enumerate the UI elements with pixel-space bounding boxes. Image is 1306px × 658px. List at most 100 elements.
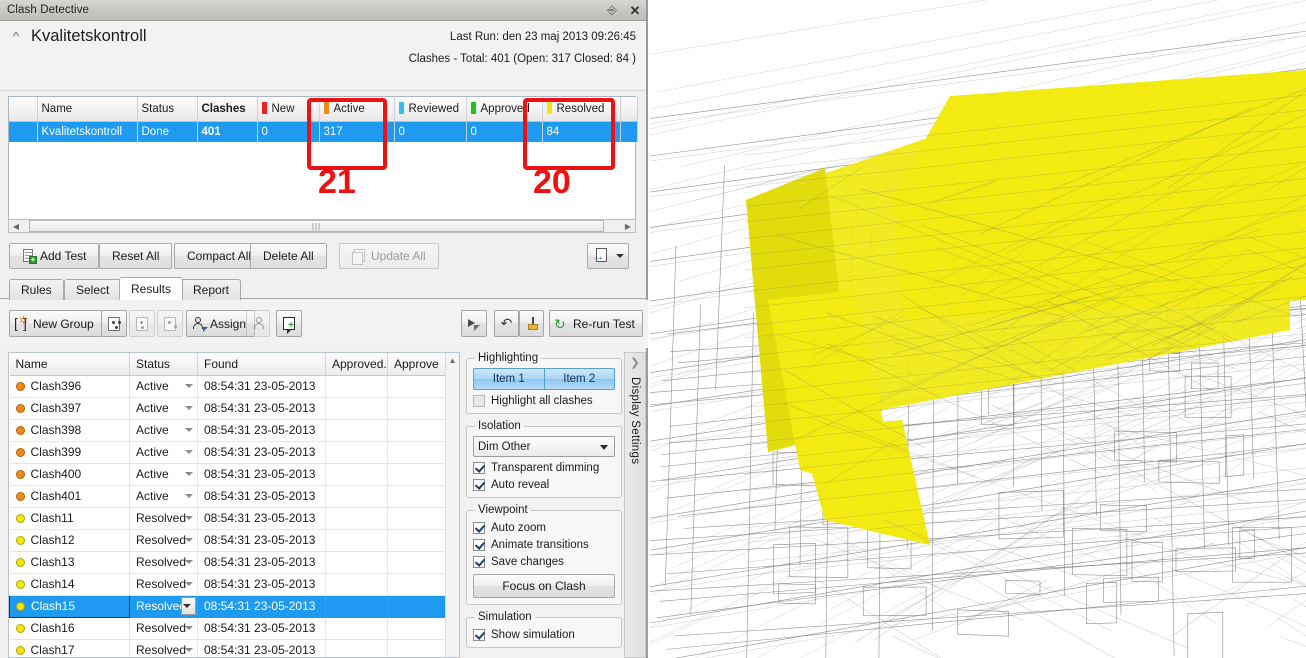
hscroll-thumb[interactable]: |||: [29, 220, 604, 232]
animate-transitions-row[interactable]: Animate transitions: [473, 539, 615, 551]
chevron-down-icon[interactable]: [185, 428, 193, 432]
select-in-scene-button[interactable]: [461, 310, 487, 337]
table-row[interactable]: Clash17 Resolved 08:54:31 23-05-2013: [9, 639, 459, 657]
chevron-down-icon[interactable]: [183, 604, 191, 608]
show-simulation-row[interactable]: Show simulation: [473, 629, 615, 641]
table-row[interactable]: Clash15 Resolved 08:54:31 23-05-2013: [9, 594, 459, 618]
clash-status-dropdown[interactable]: Active: [129, 485, 198, 508]
clash-status-dropdown[interactable]: Active: [129, 375, 198, 398]
clash-status-dropdown[interactable]: Resolved: [129, 617, 198, 640]
table-row[interactable]: Clash398 Active 08:54:31 23-05-2013: [9, 419, 459, 442]
table-row[interactable]: Clash400 Active 08:54:31 23-05-2013: [9, 463, 459, 486]
clash-status-dropdown[interactable]: Active: [129, 397, 198, 420]
tab-report[interactable]: Report: [181, 279, 242, 300]
tests-col-reviewed[interactable]: Reviewed: [394, 97, 467, 122]
table-row[interactable]: Clash11 Resolved 08:54:31 23-05-2013: [9, 507, 459, 530]
show-simulation-checkbox[interactable]: [473, 629, 485, 641]
table-row[interactable]: Clash12 Resolved 08:54:31 23-05-2013: [9, 529, 459, 552]
triangle-right-icon[interactable]: ▶: [621, 220, 635, 232]
delete-all-button[interactable]: Delete All: [250, 243, 327, 269]
hscroll-track[interactable]: |||: [23, 220, 621, 232]
table-row[interactable]: Clash401 Active 08:54:31 23-05-2013: [9, 485, 459, 508]
clash-status-dropdown[interactable]: Active: [129, 441, 198, 464]
clash-status-dropdown[interactable]: Active: [129, 463, 198, 486]
clash-status-dropdown[interactable]: Resolved: [129, 507, 198, 530]
add-comment-button[interactable]: +: [276, 310, 302, 337]
clash-col-status[interactable]: Status: [129, 353, 198, 376]
table-row[interactable]: Clash14 Resolved 08:54:31 23-05-2013: [9, 573, 459, 596]
chevron-down-icon[interactable]: [185, 516, 193, 520]
save-changes-checkbox[interactable]: [473, 556, 485, 568]
focus-on-clash-button[interactable]: Focus on Clash: [473, 574, 615, 598]
table-row[interactable]: Clash16 Resolved 08:54:31 23-05-2013: [9, 617, 459, 640]
chevron-down-icon[interactable]: [185, 450, 193, 454]
highlight-item2-button[interactable]: Item 2: [543, 368, 615, 390]
auto-reveal-checkbox[interactable]: [473, 479, 485, 491]
chevron-down-icon[interactable]: [185, 494, 193, 498]
tests-col-approved[interactable]: Approved: [466, 97, 543, 122]
tests-col-new[interactable]: New: [257, 97, 320, 122]
auto-reveal-row[interactable]: Auto reveal: [473, 479, 615, 491]
table-row[interactable]: Kvalitetskontroll Done 401 0 317 0 0 84: [9, 121, 638, 142]
chevron-down-icon[interactable]: [185, 626, 193, 630]
rerun-test-button[interactable]: ↻ Re-run Test: [549, 310, 643, 337]
export-report-button[interactable]: →: [587, 243, 629, 269]
chevron-right-icon[interactable]: ❯: [630, 356, 639, 369]
table-row[interactable]: Clash396 Active 08:54:31 23-05-2013: [9, 375, 459, 398]
transparent-dimming-row[interactable]: Transparent dimming: [473, 462, 615, 474]
tests-col-status[interactable]: Status: [137, 97, 198, 122]
clash-col-name[interactable]: Name: [9, 353, 130, 376]
highlight-all-row[interactable]: Highlight all clashes: [473, 395, 615, 407]
clash-status-dropdown[interactable]: Resolved: [129, 595, 198, 618]
clash-col-approvedby[interactable]: Approved...: [325, 353, 388, 376]
tab-select[interactable]: Select: [64, 279, 122, 300]
highlight-all-checkbox[interactable]: [473, 395, 485, 407]
reset-button[interactable]: [519, 310, 544, 337]
isolation-mode-select[interactable]: Dim Other: [473, 436, 615, 457]
3d-model-viewport[interactable]: [650, 0, 1306, 658]
reset-all-button[interactable]: Reset All: [99, 243, 173, 269]
table-row[interactable]: Clash397 Active 08:54:31 23-05-2013: [9, 397, 459, 420]
animate-transitions-checkbox[interactable]: [473, 539, 485, 551]
new-group-button[interactable]: [✲] New Group: [9, 310, 102, 337]
table-row[interactable]: Clash399 Active 08:54:31 23-05-2013: [9, 441, 459, 464]
auto-zoom-checkbox[interactable]: [473, 522, 485, 534]
scroll-up-icon[interactable]: ▲: [446, 353, 459, 367]
chevron-down-icon[interactable]: [185, 406, 193, 410]
chevron-down-icon[interactable]: [185, 582, 193, 586]
tests-col-active[interactable]: Active: [319, 97, 395, 122]
chevron-down-icon[interactable]: [185, 472, 193, 476]
tests-col-blank[interactable]: [9, 97, 38, 122]
chevron-up-icon[interactable]: ^: [8, 29, 24, 45]
clash-status-dropdown[interactable]: Resolved: [129, 573, 198, 596]
close-icon[interactable]: ✕: [628, 3, 642, 18]
tab-results[interactable]: Results: [119, 277, 184, 300]
tab-rules[interactable]: Rules: [9, 279, 64, 300]
add-test-button[interactable]: + Add Test: [9, 243, 100, 269]
clash-results-list[interactable]: Name Status Found Approved... Approve ▲ …: [8, 352, 460, 658]
table-row[interactable]: Clash13 Resolved 08:54:31 23-05-2013: [9, 551, 459, 574]
clash-col-found[interactable]: Found: [197, 353, 326, 376]
transparent-dimming-checkbox[interactable]: [473, 462, 485, 474]
undo-button[interactable]: ↶: [494, 310, 519, 337]
chevron-down-icon[interactable]: [185, 538, 193, 542]
clash-status-dropdown[interactable]: Resolved: [129, 639, 198, 657]
results-vscrollbar[interactable]: ▲: [445, 353, 459, 657]
chevron-down-icon[interactable]: [615, 254, 624, 258]
clash-status-dropdown[interactable]: Resolved: [129, 551, 198, 574]
group-selected-button[interactable]: [101, 310, 127, 337]
chevron-down-icon[interactable]: [185, 560, 193, 564]
chevron-down-icon[interactable]: [185, 648, 193, 652]
tests-col-resolved[interactable]: Resolved: [542, 97, 621, 122]
tests-col-name[interactable]: Name: [37, 97, 138, 122]
clash-status-dropdown[interactable]: Resolved: [129, 529, 198, 552]
assign-button[interactable]: Assign: [186, 310, 256, 337]
restore-icon[interactable]: ⎆: [605, 3, 619, 18]
clash-status-dropdown[interactable]: Active: [129, 419, 198, 442]
tests-grid-hscrollbar[interactable]: ◀ ||| ▶: [8, 219, 636, 233]
chevron-down-icon[interactable]: [185, 384, 193, 388]
triangle-left-icon[interactable]: ◀: [9, 220, 23, 232]
clash-col-approve[interactable]: Approve: [387, 353, 446, 376]
auto-zoom-row[interactable]: Auto zoom: [473, 522, 615, 534]
display-settings-strip[interactable]: ❯ Display Settings: [624, 352, 646, 658]
